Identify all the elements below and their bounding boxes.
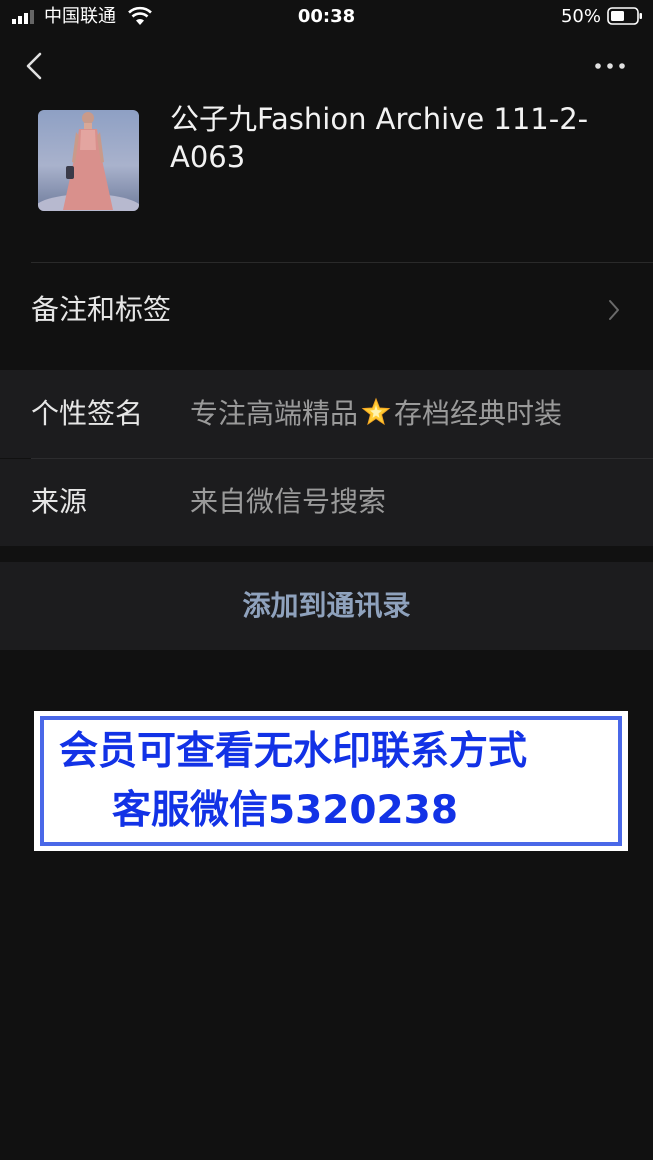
signature-text-part1: 专注高端精品 — [190, 397, 359, 430]
add-to-contacts-button[interactable]: 添加到通讯录 — [0, 562, 653, 650]
banner-line-1: 会员可查看无水印联系方式 — [59, 729, 528, 774]
chevron-right-icon — [609, 300, 619, 320]
glowing-star-icon — [361, 397, 391, 426]
banner-line-2: 客服微信5320238 — [112, 788, 458, 833]
back-button[interactable] — [18, 48, 52, 84]
signature-value: 专注高端精品 存档经典时装 — [190, 394, 562, 434]
source-row: 来源 来自微信号搜索 — [0, 459, 653, 546]
battery-percentage: 50% — [560, 6, 601, 27]
more-options-button[interactable] — [593, 58, 627, 74]
status-bar: 中国联通 00:38 50% — [0, 0, 653, 34]
remark-and-tags-row[interactable]: 备注和标签 — [0, 266, 653, 354]
add-to-contacts-label: 添加到通讯录 — [242, 589, 411, 622]
source-label: 来源 — [31, 485, 88, 518]
header-divider — [31, 262, 653, 263]
signature-row: 个性签名 专注高端精品 存档经典时装 — [0, 370, 653, 458]
battery-icon — [607, 7, 642, 25]
remark-and-tags-label: 备注和标签 — [31, 293, 172, 326]
status-time: 00:38 — [297, 6, 356, 27]
signature-label: 个性签名 — [31, 397, 144, 430]
source-value: 来自微信号搜索 — [190, 485, 387, 518]
profile-name: 公子九Fashion Archive 111-2-A063 — [170, 102, 589, 174]
signature-text-part2: 存档经典时装 — [394, 397, 563, 430]
watermark-banner: 会员可查看无水印联系方式 客服微信5320238 — [34, 711, 628, 851]
fashion-photo-icon — [38, 110, 139, 211]
avatar[interactable] — [38, 110, 139, 211]
